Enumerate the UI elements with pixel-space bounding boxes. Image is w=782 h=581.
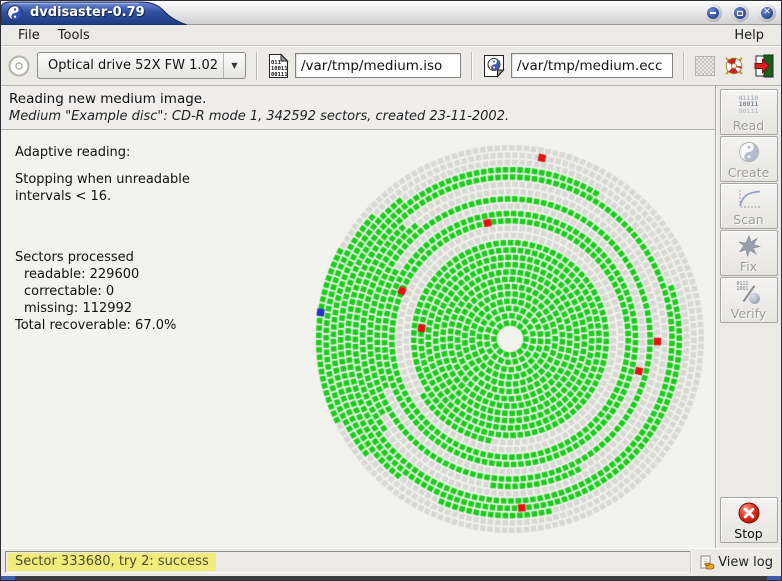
image-file-icon: 011 10011 00111: [268, 53, 289, 79]
create-button-label: Create: [728, 165, 770, 180]
menu-tools[interactable]: Tools: [49, 26, 99, 45]
drive-selector[interactable]: Optical drive 52X FW 1.02 ▼: [37, 52, 246, 79]
window-controls: ✕: [704, 4, 776, 22]
adaptive-reading-title: Adaptive reading:: [15, 144, 190, 161]
svg-text:00111: 00111: [271, 72, 288, 78]
ecc-file-icon: [483, 54, 505, 78]
fix-button-label: Fix: [740, 259, 757, 274]
action-sidebar: 01110 10011 00111 Read Create: [715, 86, 781, 548]
drive-selector-value: Optical drive 52X FW 1.02: [38, 58, 223, 73]
toolbar-separator: [471, 52, 473, 80]
scan-button-label: Scan: [733, 212, 763, 227]
stop-button[interactable]: Stop: [720, 497, 778, 543]
left-column: Reading new medium image. Medium "Exampl…: [1, 86, 715, 548]
app-window: dvdisaster-0.79 ✕ File Tools Help Optica…: [0, 0, 782, 581]
verify-icon: 0111 1001: [737, 280, 761, 306]
create-button[interactable]: Create: [720, 136, 778, 182]
close-icon: ✕: [761, 7, 773, 19]
quit-icon[interactable]: [753, 54, 775, 78]
drive-icon: [7, 54, 31, 78]
maximize-button[interactable]: [731, 4, 749, 22]
status-message-panel: Sector 333680, try 2: success: [5, 551, 691, 573]
scan-button[interactable]: Scan: [720, 183, 778, 229]
view-log-hand-icon: [700, 555, 715, 570]
readable-label: readable:: [24, 267, 85, 282]
missing-value: 112992: [82, 301, 132, 316]
status-header: Reading new medium image. Medium "Exampl…: [1, 86, 715, 130]
toolbar-separator: [683, 52, 685, 80]
reading-info-panel: Adaptive reading: Stopping when unreadab…: [15, 144, 190, 334]
verify-button-label: Verify: [731, 306, 766, 321]
stopping-condition-line2: intervals < 16.: [15, 188, 190, 205]
minimize-icon: [707, 7, 719, 19]
total-recoverable-row: Total recoverable: 67.0%: [15, 317, 190, 334]
statusbar: Sector 333680, try 2: success View log: [1, 548, 781, 576]
maximize-icon: [734, 7, 746, 19]
content-row: Reading new medium image. Medium "Exampl…: [1, 86, 781, 548]
status-header-line1: Reading new medium image.: [9, 91, 707, 107]
read-button[interactable]: 01110 10011 00111 Read: [720, 89, 778, 135]
menubar: File Tools Help: [1, 25, 781, 46]
missing-label: missing:: [24, 301, 78, 316]
medium-info-line: Medium "Example disc": CD-R mode 1, 3425…: [9, 109, 707, 124]
minimize-button[interactable]: [704, 4, 722, 22]
toolbar: Optical drive 52X FW 1.02 ▼ 011 10011 00…: [1, 46, 781, 86]
stop-button-label: Stop: [734, 526, 762, 541]
view-log-button[interactable]: View log: [691, 551, 777, 573]
create-yinyang-icon: [738, 139, 760, 165]
preferences-disabled-icon[interactable]: [695, 56, 715, 76]
stopping-condition-line1: Stopping when unreadable: [15, 171, 190, 188]
toolbar-separator: [256, 52, 258, 80]
window-title: dvdisaster-0.79: [30, 5, 145, 20]
close-button[interactable]: ✕: [758, 4, 776, 22]
scan-curve-icon: [736, 186, 762, 212]
read-button-label: Read: [733, 118, 764, 133]
reading-visualization-area: Adaptive reading: Stopping when unreadab…: [1, 130, 715, 548]
fix-splat-icon: [737, 233, 761, 259]
menu-file[interactable]: File: [9, 26, 49, 45]
window-bottom-frame: [1, 576, 781, 580]
drive-selector-arrow-button[interactable]: ▼: [223, 53, 245, 78]
app-logo-yinyang-icon: [7, 5, 23, 21]
read-binary-icon: 01110 10011 00111: [739, 92, 759, 118]
readable-value: 229600: [90, 267, 140, 282]
sectors-missing-row: missing: 112992: [15, 300, 190, 317]
verify-button[interactable]: 0111 1001 Verify: [720, 277, 778, 323]
image-file-input[interactable]: [295, 53, 461, 78]
view-log-label: View log: [718, 555, 773, 570]
fix-button[interactable]: Fix: [720, 230, 778, 276]
resize-grip-right[interactable]: [767, 576, 781, 580]
resize-grip-left[interactable]: [1, 576, 15, 580]
sectors-correctable-row: correctable: 0: [15, 283, 190, 300]
total-recoverable-value: 67.0%: [135, 318, 176, 333]
stop-icon: [737, 500, 761, 526]
sectors-processed-heading: Sectors processed: [15, 249, 190, 266]
correctable-value: 0: [106, 284, 114, 299]
help-lifesaver-icon[interactable]: [721, 53, 747, 79]
titlebar[interactable]: dvdisaster-0.79 ✕: [1, 1, 781, 25]
correctable-label: correctable:: [24, 284, 102, 299]
ecc-file-input[interactable]: [511, 53, 673, 78]
sectors-readable-row: readable: 229600: [15, 266, 190, 283]
status-message: Sector 333680, try 2: success: [8, 553, 216, 571]
menu-help[interactable]: Help: [725, 26, 773, 45]
chevron-down-icon: ▼: [231, 61, 237, 70]
total-recoverable-label: Total recoverable:: [15, 318, 131, 333]
